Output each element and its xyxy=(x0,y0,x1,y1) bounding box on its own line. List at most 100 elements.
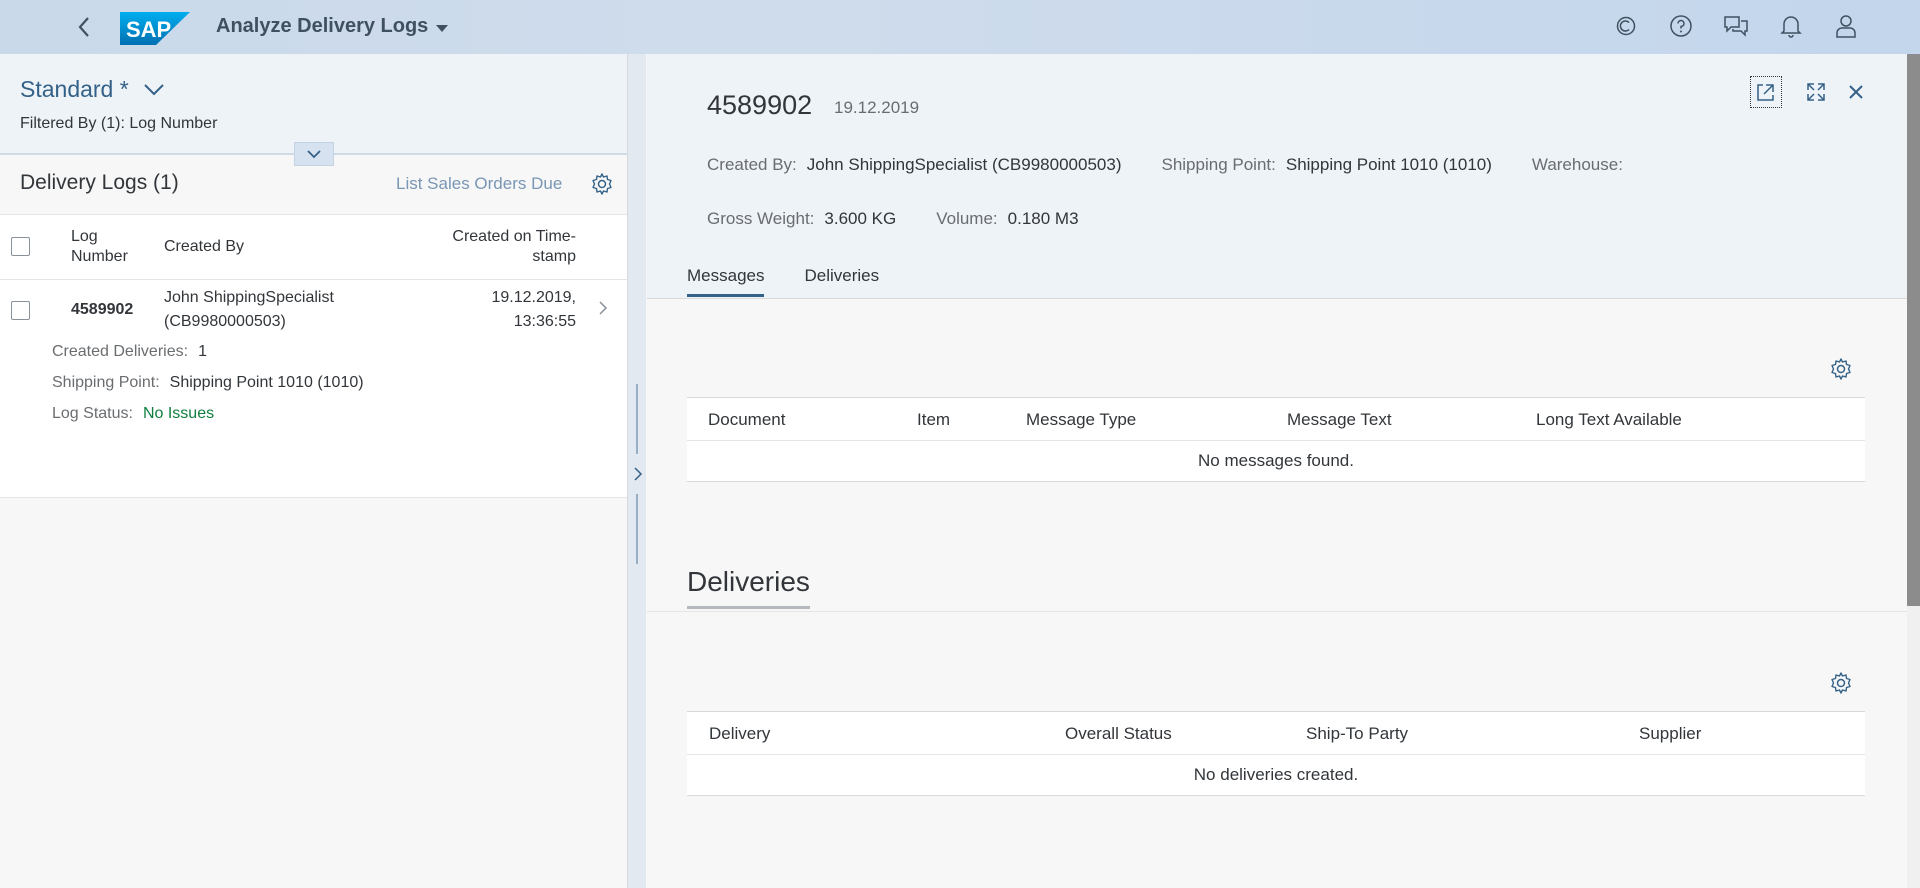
back-icon[interactable] xyxy=(70,13,98,41)
tab-deliveries[interactable]: Deliveries xyxy=(804,266,879,297)
collapse-header-button[interactable] xyxy=(294,142,334,166)
attr-label: Created Deliveries: xyxy=(52,343,189,360)
splitter-grip xyxy=(636,494,638,564)
deliveries-section-title: Deliveries xyxy=(687,566,810,609)
tab-messages[interactable]: Messages xyxy=(687,266,765,297)
column-supplier[interactable]: Supplier xyxy=(1639,724,1701,744)
table-header: Document Item Message Type Message Text … xyxy=(687,398,1865,441)
object-title: 4589902 xyxy=(707,90,813,120)
created-by-attr: Created By: John ShippingSpecialist (CB99… xyxy=(707,155,1121,175)
attr-value: 1 xyxy=(198,343,207,360)
vertical-scrollbar[interactable] xyxy=(1907,54,1920,888)
variant-header xyxy=(0,54,627,154)
select-all-checkbox[interactable] xyxy=(11,237,30,256)
column-delivery[interactable]: Delivery xyxy=(709,724,770,744)
log-number: 4589902 xyxy=(71,301,134,318)
column-log-number[interactable]: Log Number xyxy=(71,227,128,267)
settings-gear-icon[interactable] xyxy=(1829,357,1853,381)
delivery-logs-table: Log Number Created By Created on Time- s… xyxy=(0,214,627,498)
help-icon[interactable] xyxy=(1667,12,1695,40)
scrollbar-thumb[interactable] xyxy=(1907,54,1920,606)
object-header xyxy=(647,54,1907,299)
log-status-attr: Log Status: No Issues xyxy=(52,405,214,423)
created-by: John ShippingSpecialist (CB9980000503) xyxy=(164,286,334,334)
attr-label: Volume: xyxy=(936,209,998,228)
created-on-time: 13:36:55 xyxy=(513,313,576,330)
share-icon[interactable] xyxy=(1750,76,1782,108)
sap-logo[interactable]: SAP xyxy=(120,12,190,45)
table-toolbar xyxy=(687,340,1865,398)
attr-value: Shipping Point 1010 (1010) xyxy=(169,374,364,391)
chevron-right-icon[interactable] xyxy=(598,300,608,321)
section-divider xyxy=(647,611,1907,612)
object-date: 19.12.2019 xyxy=(834,98,920,117)
splitter-grip xyxy=(636,384,638,454)
created-by-id: (CB9980000503) xyxy=(164,313,286,330)
no-data-text: No messages found. xyxy=(1198,451,1354,470)
messages-table: Document Item Message Type Message Text … xyxy=(687,340,1865,482)
deliveries-table: Delivery Overall Status Ship-To Party Su… xyxy=(687,654,1865,796)
column-label: Number xyxy=(71,248,128,265)
layout-splitter[interactable] xyxy=(627,54,646,888)
settings-gear-icon[interactable] xyxy=(590,172,614,196)
filtered-by-text: Filtered By (1): Log Number xyxy=(20,115,218,132)
settings-gear-icon[interactable] xyxy=(1829,671,1853,695)
column-long-text-available[interactable]: Long Text Available xyxy=(1536,410,1682,430)
header-attributes-row-2: Gross Weight: 3.600 KG Volume: 0.180 M3 xyxy=(707,209,1119,229)
section-tabs: Messages Deliveries xyxy=(687,266,879,297)
volume-attr: Volume: 0.180 M3 xyxy=(936,209,1078,229)
table-row[interactable]: 4589902 John ShippingSpecialist (CB99800… xyxy=(0,280,627,498)
attr-value: 0.180 M3 xyxy=(1007,209,1079,228)
notifications-icon[interactable] xyxy=(1777,12,1805,40)
shipping-point-attr: Shipping Point: Shipping Point 1010 (1010… xyxy=(52,374,364,392)
table-toolbar xyxy=(687,654,1865,712)
expand-arrow-icon[interactable] xyxy=(630,459,646,489)
shipping-point-attr: Shipping Point: Shipping Point 1010 (1010… xyxy=(1161,155,1491,175)
column-created-on[interactable]: Created on Time- stamp xyxy=(420,227,576,267)
attr-label: Warehouse: xyxy=(1531,155,1623,174)
user-icon[interactable] xyxy=(1832,12,1860,40)
created-on-date: 19.12.2019, xyxy=(491,289,576,306)
attr-value: Shipping Point 1010 (1010) xyxy=(1285,155,1492,174)
list-sales-orders-due-button[interactable]: List Sales Orders Due xyxy=(396,174,562,194)
column-item[interactable]: Item xyxy=(917,410,950,430)
close-icon[interactable] xyxy=(1840,76,1872,108)
column-message-text[interactable]: Message Text xyxy=(1287,410,1392,430)
feedback-icon[interactable] xyxy=(1722,12,1750,40)
svg-text:SAP: SAP xyxy=(126,17,171,42)
column-ship-to-party[interactable]: Ship-To Party xyxy=(1306,724,1408,744)
attr-value: 3.600 KG xyxy=(824,209,897,228)
column-label: Log xyxy=(71,228,98,245)
created-on: 19.12.2019, 13:36:55 xyxy=(420,286,576,334)
column-message-type[interactable]: Message Type xyxy=(1026,410,1136,430)
column-overall-status[interactable]: Overall Status xyxy=(1065,724,1172,744)
chevron-down-icon xyxy=(143,83,164,95)
attr-label: Shipping Point: xyxy=(1161,155,1276,174)
attr-label: Log Status: xyxy=(52,405,133,422)
attr-label: Gross Weight: xyxy=(707,209,815,228)
attr-label: Created By: xyxy=(707,155,797,174)
copilot-icon[interactable] xyxy=(1612,12,1640,40)
app-title: Analyze Delivery Logs xyxy=(216,15,429,37)
created-deliveries-attr: Created Deliveries: 1 xyxy=(52,343,207,361)
column-label: stamp xyxy=(532,248,576,265)
no-data-text: No deliveries created. xyxy=(1193,765,1359,784)
row-checkbox[interactable] xyxy=(11,301,30,320)
warehouse-attr: Warehouse: xyxy=(1532,155,1633,175)
table-header: Delivery Overall Status Ship-To Party Su… xyxy=(687,712,1865,755)
gross-weight-attr: Gross Weight: 3.600 KG xyxy=(707,209,896,229)
chevron-down-icon xyxy=(307,150,321,159)
variant-selector[interactable]: Standard * xyxy=(20,76,165,103)
fullscreen-icon[interactable] xyxy=(1800,76,1832,108)
column-label: Created on Time- xyxy=(452,228,576,245)
column-created-by[interactable]: Created By xyxy=(164,237,244,257)
header-attributes-row-1: Created By: John ShippingSpecialist (CB99… xyxy=(707,155,1673,175)
master-list-panel: Standard * Filtered By (1): Log Number D… xyxy=(0,54,627,888)
shell-bar: SAP Analyze Delivery Logs xyxy=(0,0,1920,54)
variant-name: Standard * xyxy=(20,76,129,102)
status-text: No Issues xyxy=(142,405,215,422)
table-header: Log Number Created By Created on Time- s… xyxy=(0,215,627,280)
attr-label: Shipping Point: xyxy=(52,374,160,391)
column-document[interactable]: Document xyxy=(708,410,785,430)
app-title-menu[interactable]: Analyze Delivery Logs xyxy=(216,15,449,38)
